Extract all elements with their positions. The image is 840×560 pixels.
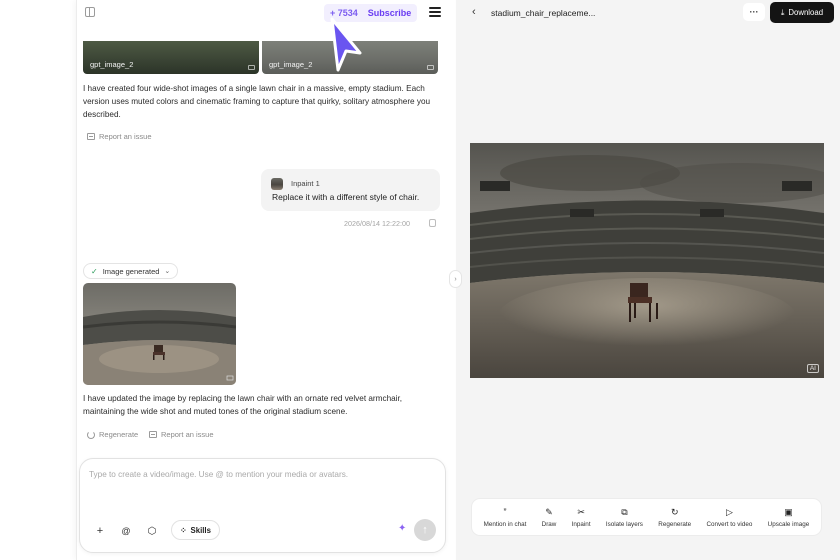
tool-label: Convert to video [706, 520, 753, 528]
skills-label: Skills [190, 525, 211, 535]
image-toolbar: ” Mention in chat ✎ Draw ✂ Inpaint ⧉ Iso… [471, 498, 822, 536]
refresh-icon [87, 430, 95, 439]
hd-icon: ▣ [784, 506, 793, 517]
sparkle-icon[interactable]: ✦ [398, 523, 406, 534]
upscale-image-button[interactable]: ▣ Upscale image [768, 507, 810, 528]
refresh-icon: ↻ [670, 506, 679, 517]
image-thumbnail[interactable]: gpt_image_2 [83, 41, 259, 74]
more-options-button[interactable]: ··· [743, 3, 765, 21]
report-issue-button[interactable]: Report an issue [87, 132, 152, 141]
back-chevron-icon[interactable]: ‹ [472, 6, 476, 18]
image-badge-icon [427, 65, 434, 70]
chat-header: + 7534 Subscribe [77, 0, 456, 26]
report-icon [87, 133, 95, 140]
sidebar-toggle-icon[interactable] [85, 7, 95, 17]
user-message-text: Replace it with a different style of cha… [272, 192, 420, 202]
message-timestamp: 2026/08/14 12:22:00 [344, 219, 410, 228]
download-icon: ⤓ [780, 7, 785, 17]
draw-button[interactable]: ✎ Draw [542, 507, 557, 528]
thumbnail-label: gpt_image_2 [269, 60, 313, 69]
scissors-icon: ✂ [577, 506, 585, 517]
image-generated-label: Image generated [102, 266, 160, 276]
check-icon: ✓ [91, 266, 98, 276]
report-label: Report an issue [99, 132, 152, 141]
send-button[interactable]: ↑ [414, 519, 436, 541]
prompt-composer[interactable]: Type to create a video/image. Use @ to m… [79, 458, 446, 553]
subscribe-link[interactable]: Subscribe [368, 8, 412, 18]
prompt-placeholder[interactable]: Type to create a video/image. Use @ to m… [89, 470, 348, 479]
generated-image[interactable] [83, 283, 236, 385]
report-label: Report an issue [161, 430, 214, 439]
tool-label: Mention in chat [483, 520, 527, 528]
reference-label: Inpaint 1 [291, 179, 320, 188]
reference-image-thumbnail[interactable] [271, 178, 283, 190]
user-message: Inpaint 1 Replace it with a different st… [261, 169, 440, 211]
assistant-message: I have created four wide-shot images of … [83, 84, 431, 119]
previous-images: gpt_image_2 gpt_image_2 [83, 41, 438, 74]
stack-icon[interactable] [429, 7, 441, 18]
tool-label: Regenerate [658, 520, 692, 528]
image-viewer: ‹ stadium_chair_replaceme... ··· ⤓ Downl… [456, 0, 840, 560]
copy-icon[interactable] [429, 219, 436, 227]
chevron-down-icon: ⌄ [164, 268, 171, 275]
mention-button[interactable]: @ [116, 521, 136, 541]
image-generated-toggle[interactable]: ✓ Image generated ⌄ [83, 263, 179, 279]
tool-label: Upscale image [767, 520, 810, 528]
chat-panel: + 7534 Subscribe gpt_image_2 gpt_image_2… [76, 0, 455, 560]
mention-in-chat-button[interactable]: ” Mention in chat [484, 507, 527, 528]
inpaint-button[interactable]: ✂ Inpaint [572, 507, 591, 528]
grid-icon: ⁘ [180, 525, 187, 535]
quote-icon: ” [503, 506, 507, 517]
brush-icon: ✎ [545, 506, 553, 517]
collapse-panel-button[interactable]: › [449, 270, 462, 288]
play-icon: ▷ [725, 506, 733, 517]
ai-badge: AI [806, 364, 819, 373]
regenerate-tool-button[interactable]: ↻ Regenerate [658, 507, 691, 528]
assistant-message: I have updated the image by replacing th… [83, 394, 403, 416]
image-badge-icon [248, 65, 255, 70]
thumbnail-label: gpt_image_2 [90, 60, 134, 69]
file-title: stadium_chair_replaceme... [491, 8, 596, 18]
layers-icon: ⧉ [621, 506, 628, 517]
tool-label: Inpaint [571, 520, 591, 528]
download-label: Download [788, 8, 824, 17]
cube-icon[interactable]: ⬡ [142, 521, 162, 541]
regenerate-label: Regenerate [99, 430, 139, 439]
regenerate-button[interactable]: Regenerate [87, 430, 138, 439]
add-attachment-button[interactable]: + [90, 521, 110, 541]
report-issue-button[interactable]: Report an issue [149, 430, 214, 439]
skills-button[interactable]: ⁘ Skills [171, 520, 220, 540]
tool-label: Draw [541, 520, 557, 528]
download-button[interactable]: ⤓ Download [770, 2, 834, 23]
left-gutter [0, 0, 76, 560]
report-icon [149, 431, 157, 438]
main-image[interactable]: AI [470, 143, 824, 378]
pointer-cursor-icon [330, 17, 362, 72]
isolate-layers-button[interactable]: ⧉ Isolate layers [606, 507, 643, 528]
convert-to-video-button[interactable]: ▷ Convert to video [706, 507, 752, 528]
tool-label: Isolate layers [605, 520, 643, 528]
